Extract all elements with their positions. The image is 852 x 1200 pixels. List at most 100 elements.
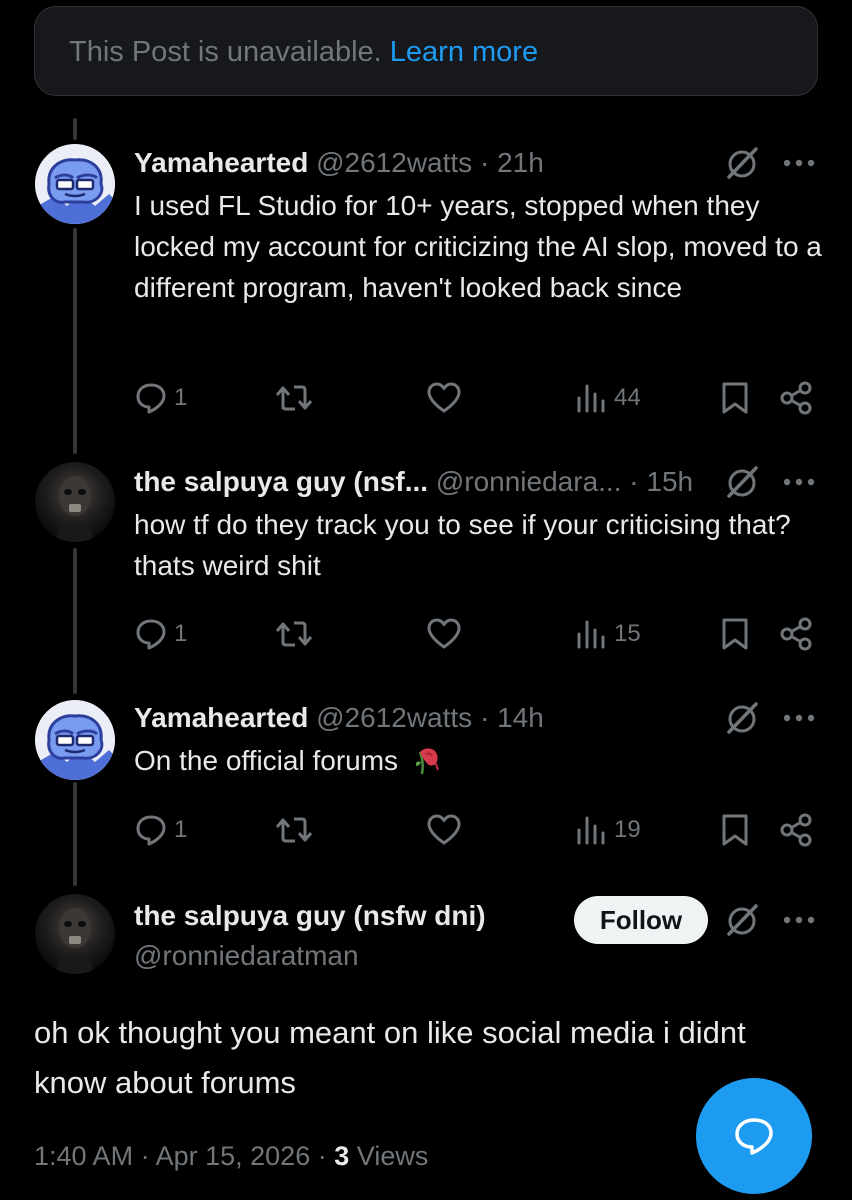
- views-count: 3: [334, 1141, 350, 1171]
- post-header: Yamahearted @2612watts · 14h: [134, 698, 824, 738]
- more-icon[interactable]: [782, 713, 816, 723]
- reply-post[interactable]: the salpuya guy (nsf... @ronniedara... ·…: [134, 462, 824, 586]
- reply-button[interactable]: 1: [134, 378, 187, 418]
- separator: ·: [629, 466, 639, 497]
- reply-button[interactable]: 1: [134, 810, 187, 850]
- post-text: On the official forums: [134, 740, 824, 781]
- bookmark-button[interactable]: [720, 378, 750, 418]
- avatar[interactable]: [35, 144, 115, 224]
- wilted-rose-emoji: [415, 748, 439, 775]
- grok-icon[interactable]: [724, 700, 760, 736]
- grok-icon[interactable]: [724, 145, 760, 181]
- avatar-image: [35, 700, 115, 780]
- unavailable-text: This Post is unavailable.: [69, 36, 382, 68]
- share-icon: [780, 813, 812, 847]
- reply-count: 1: [174, 620, 188, 647]
- display-name[interactable]: Yamahearted: [134, 702, 308, 733]
- view-count: 44: [614, 384, 641, 411]
- reply-count: 1: [174, 816, 188, 843]
- follow-button[interactable]: Follow: [574, 896, 708, 944]
- main-post-text: oh ok thought you meant on like social m…: [34, 1015, 746, 1100]
- avatar[interactable]: [35, 462, 115, 542]
- grok-icon[interactable]: [724, 464, 760, 500]
- reply-post[interactable]: Yamahearted @2612watts · 14h On the offi…: [134, 698, 824, 781]
- share-button[interactable]: [778, 614, 814, 654]
- separator: ·: [479, 702, 490, 733]
- avatar-image: [35, 144, 115, 224]
- bookmark-icon: [722, 382, 748, 414]
- share-icon: [780, 617, 812, 651]
- post-time[interactable]: 15h: [646, 466, 693, 497]
- post-header: Yamahearted @2612watts · 21h: [134, 143, 824, 183]
- reply-post[interactable]: Yamahearted @2612watts · 21h I used FL S…: [134, 143, 824, 308]
- views-icon: [577, 816, 605, 845]
- post-header: the salpuya guy (nsf... @ronniedara... ·…: [134, 462, 824, 502]
- post-meta: 1:40 AM · Apr 15, 2026 · 3 Views: [34, 1138, 428, 1174]
- reply-icon: [136, 383, 166, 414]
- avatar-image: [55, 908, 95, 974]
- bookmark-button[interactable]: [720, 614, 750, 654]
- repost-icon: [275, 621, 313, 647]
- views-icon: [577, 620, 605, 649]
- bookmark-icon: [722, 618, 748, 650]
- main-post-header-icons: [724, 900, 816, 940]
- display-name[interactable]: the salpuya guy (nsfw dni): [134, 896, 574, 936]
- repost-button[interactable]: [274, 614, 314, 654]
- repost-icon: [275, 817, 313, 843]
- view-count: 15: [614, 620, 641, 647]
- post-text-content: On the official forums: [134, 745, 399, 776]
- share-icon: [780, 381, 812, 415]
- display-name[interactable]: Yamahearted: [134, 147, 308, 178]
- like-button[interactable]: [426, 378, 462, 418]
- grok-icon[interactable]: [724, 902, 760, 938]
- repost-icon: [275, 385, 313, 411]
- views-button[interactable]: 19: [574, 810, 641, 850]
- thread-line: [73, 228, 77, 454]
- more-icon[interactable]: [782, 477, 816, 487]
- display-name[interactable]: the salpuya guy (nsf...: [134, 466, 428, 497]
- repost-button[interactable]: [274, 810, 314, 850]
- share-button[interactable]: [778, 378, 814, 418]
- reply-button[interactable]: 1: [134, 614, 187, 654]
- thread-line: [73, 782, 77, 886]
- reply-icon: [136, 815, 166, 846]
- unavailable-post-banner: This Post is unavailable. Learn more: [34, 6, 818, 96]
- learn-more-link[interactable]: Learn more: [390, 36, 538, 68]
- repost-button[interactable]: [274, 378, 314, 418]
- action-bar: 1 19: [134, 810, 824, 850]
- heart-icon: [427, 618, 461, 649]
- thread-line: [73, 548, 77, 694]
- heart-icon: [427, 814, 461, 845]
- bookmark-button[interactable]: [720, 810, 750, 850]
- post-date[interactable]: Apr 15, 2026: [156, 1141, 311, 1171]
- avatar[interactable]: [35, 894, 115, 974]
- main-post-header: the salpuya guy (nsfw dni) @ronniedaratm…: [134, 896, 574, 976]
- compose-reply-icon: [735, 1118, 773, 1155]
- user-handle[interactable]: @2612watts: [316, 702, 472, 733]
- separator: ·: [140, 1141, 150, 1171]
- separator: ·: [479, 147, 490, 178]
- post-text: I used FL Studio for 10+ years, stopped …: [134, 190, 822, 303]
- thread-line: [73, 118, 77, 140]
- views-button[interactable]: 15: [574, 614, 641, 654]
- post-time[interactable]: 14h: [497, 702, 544, 733]
- view-count: 19: [614, 816, 641, 843]
- action-bar: 1 15: [134, 614, 824, 654]
- post-time[interactable]: 21h: [497, 147, 544, 178]
- more-icon[interactable]: [782, 158, 816, 168]
- more-icon[interactable]: [782, 915, 816, 925]
- user-handle[interactable]: @ronniedaratman: [134, 936, 574, 976]
- avatar[interactable]: [35, 700, 115, 780]
- share-button[interactable]: [778, 810, 814, 850]
- separator: ·: [317, 1141, 327, 1171]
- like-button[interactable]: [426, 810, 462, 850]
- user-handle[interactable]: @2612watts: [316, 147, 472, 178]
- compose-reply-button[interactable]: [696, 1078, 812, 1194]
- avatar-image: [55, 476, 95, 542]
- like-button[interactable]: [426, 614, 462, 654]
- post-time[interactable]: 1:40 AM: [34, 1141, 133, 1171]
- post-text: how tf do they track you to see if your …: [134, 509, 791, 581]
- bookmark-icon: [722, 814, 748, 846]
- views-button[interactable]: 44: [574, 378, 641, 418]
- user-handle[interactable]: @ronniedara...: [436, 466, 622, 497]
